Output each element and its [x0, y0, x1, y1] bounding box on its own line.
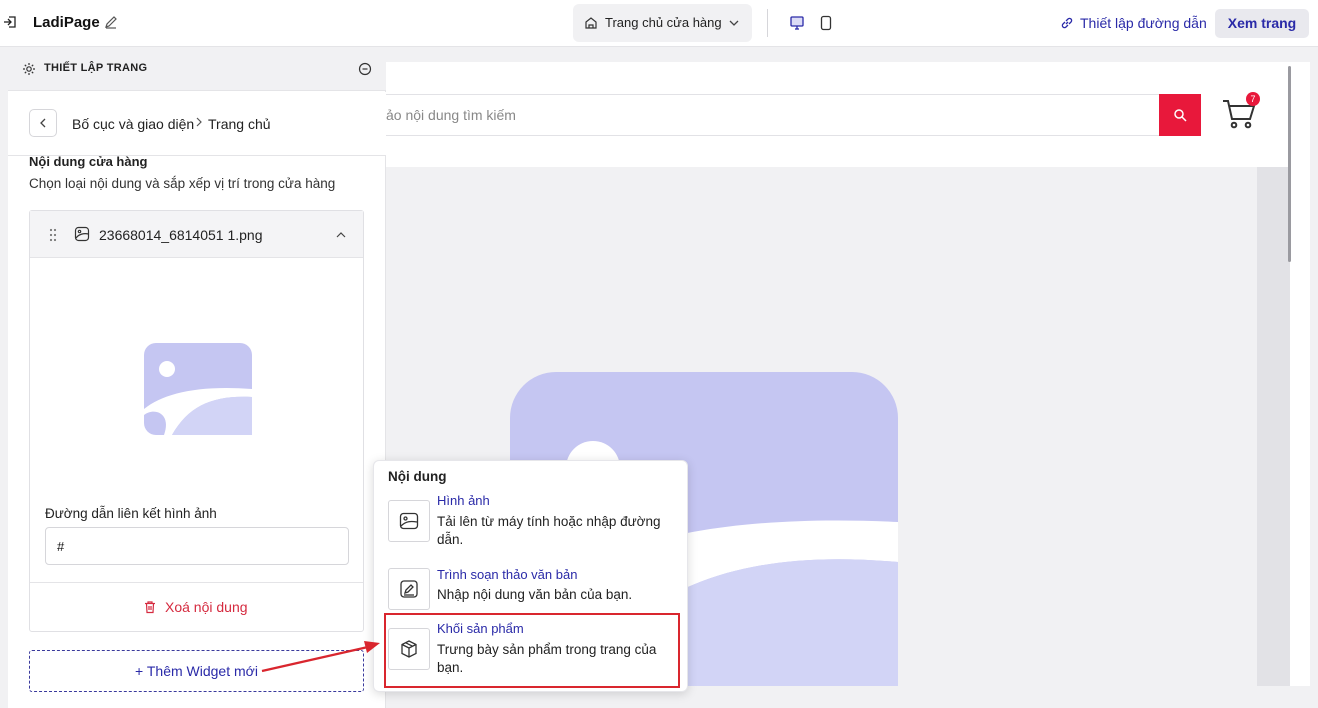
menu-title: Nội dung [388, 469, 447, 484]
breadcrumb-home: Trang chủ [208, 116, 271, 132]
widget-footer: Xoá nội dung [30, 582, 363, 631]
delete-content-button[interactable]: Xoá nội dung [143, 599, 248, 615]
breadcrumb-layout[interactable]: Bố cục và giao diện [72, 116, 194, 132]
highlight-box [384, 613, 680, 688]
preview-scrollbar[interactable] [1290, 62, 1310, 686]
content-type-menu: Nội dung Hình ảnh Tải lên từ máy tính ho… [373, 460, 688, 692]
pencil-icon[interactable] [104, 15, 118, 29]
cart-count-badge: 7 [1246, 92, 1260, 106]
back-button[interactable] [29, 109, 57, 137]
link-setup-button[interactable]: Thiết lập đường dẫn [1060, 14, 1207, 32]
image-thumbnail-icon[interactable] [144, 343, 252, 435]
search-placeholder: ảo nội dung tìm kiếm [386, 107, 516, 123]
widget-header[interactable]: 23668014_6814051 1.png [30, 211, 363, 258]
menu-item-title: Hình ảnh [437, 493, 490, 508]
gear-icon [23, 63, 35, 75]
chevron-right-icon [196, 117, 202, 127]
top-bar: LadiPage Trang chủ cửa hàng Thiết lập đư… [0, 0, 1318, 47]
trash-icon [145, 601, 155, 614]
image-widget-card: 23668014_6814051 1.png Đường dẫn liên kế… [29, 210, 364, 632]
menu-item-icon-box [388, 568, 430, 610]
menu-item-desc: Nhập nội dung văn bản của bạn. [437, 587, 633, 602]
image-icon [74, 226, 90, 242]
preview-gutter [1257, 167, 1290, 686]
app-title: LadiPage [33, 14, 100, 31]
chevron-left-icon [40, 118, 46, 128]
image-link-input[interactable] [45, 527, 349, 565]
view-page-button[interactable]: Xem trang [1215, 9, 1309, 38]
image-icon [399, 512, 419, 530]
section-description: Chọn loại nội dung và sắp xếp vị trí tro… [29, 176, 336, 191]
image-link-label: Đường dẫn liên kết hình ảnh [45, 506, 217, 521]
menu-item-icon-box [388, 500, 430, 542]
page-selector-label: Trang chủ cửa hàng [605, 15, 722, 30]
divider [767, 9, 768, 37]
panel-title: THIẾT LẬP TRANG [44, 62, 148, 74]
menu-item-title: Trình soạn thảo văn bản [437, 567, 578, 582]
section-title: Nội dung cửa hàng [29, 154, 148, 169]
preview-scrollbar-thumb[interactable] [1288, 66, 1291, 262]
link-icon [1061, 17, 1073, 29]
page-selector[interactable]: Trang chủ cửa hàng [573, 4, 752, 42]
search-button[interactable] [1159, 94, 1201, 136]
collapse-icon[interactable] [358, 62, 372, 76]
menu-item-image[interactable]: Hình ảnh Tải lên từ máy tính hoặc nhập đ… [386, 492, 676, 552]
mobile-icon[interactable] [818, 15, 834, 31]
chevron-up-icon[interactable] [335, 230, 347, 240]
menu-item-desc: Tải lên từ máy tính hoặc nhập đường dẫn. [437, 514, 661, 547]
drag-handle-icon[interactable] [48, 228, 58, 242]
text-editor-icon [400, 580, 418, 598]
breadcrumb: Bố cục và giao diện Trang chủ [8, 92, 386, 156]
add-widget-button[interactable]: + Thêm Widget mới [29, 650, 364, 692]
search-icon [1174, 109, 1187, 122]
desktop-icon[interactable] [789, 15, 805, 31]
exit-icon[interactable] [3, 15, 17, 29]
delete-content-label: Xoá nội dung [165, 599, 248, 615]
chevron-down-icon [729, 20, 739, 26]
home-icon [585, 17, 597, 29]
widget-filename: 23668014_6814051 1.png [99, 227, 263, 243]
settings-panel: THIẾT LẬP TRANG Bố cục và giao diện Tran… [8, 48, 386, 708]
menu-item-text-editor[interactable]: Trình soạn thảo văn bản Nhập nội dung vă… [386, 565, 676, 610]
panel-header: THIẾT LẬP TRANG [8, 48, 386, 91]
link-setup-label: Thiết lập đường dẫn [1080, 15, 1207, 31]
